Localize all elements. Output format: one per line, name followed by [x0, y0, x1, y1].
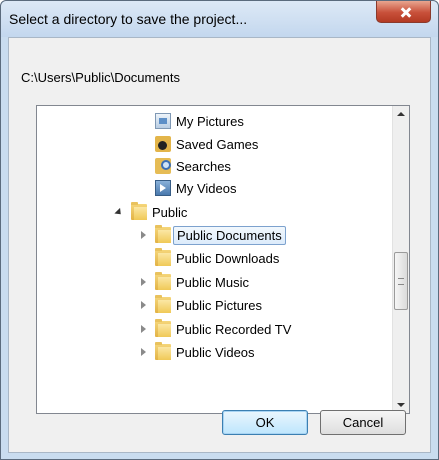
- vertical-scrollbar[interactable]: [392, 106, 409, 413]
- collapse-arrow-icon[interactable]: [111, 204, 127, 220]
- close-button[interactable]: [376, 1, 431, 23]
- arrow-down-icon: [397, 403, 405, 407]
- tree-item-label: Public Downloads: [176, 250, 280, 266]
- dialog-title: Select a directory to save the project..…: [9, 11, 248, 27]
- tree-item-label: Public Videos: [176, 344, 255, 360]
- pictures-icon: [155, 113, 171, 129]
- tree-item-label: Public: [152, 204, 188, 220]
- videos-icon: [155, 180, 171, 196]
- tree-item[interactable]: Public Downloads: [135, 247, 282, 269]
- tree-item-label: Public Documents: [173, 225, 286, 245]
- tree-item-label: Public Recorded TV: [176, 321, 292, 337]
- scroll-up-button[interactable]: [393, 106, 409, 122]
- tree-item-label: My Videos: [176, 180, 237, 196]
- tree-item[interactable]: Public Pictures: [135, 294, 265, 316]
- selected-path-label: C:\Users\Public\Documents: [21, 70, 180, 85]
- folder-icon: [155, 342, 171, 360]
- expand-arrow-icon[interactable]: [135, 274, 151, 290]
- expand-arrow-icon[interactable]: [135, 321, 151, 337]
- tree-item-label: Saved Games: [176, 136, 259, 152]
- folder-icon: [155, 295, 171, 313]
- tree-item[interactable]: Public Music: [135, 271, 252, 293]
- cancel-button[interactable]: Cancel: [320, 410, 406, 435]
- folder-icon: [131, 202, 147, 220]
- folder-icon: [155, 225, 171, 243]
- tree-item[interactable]: Public Documents: [135, 224, 286, 246]
- folder-icon: [155, 319, 171, 337]
- tree-item-label: My Pictures: [176, 113, 244, 129]
- arrow-up-icon: [397, 112, 405, 116]
- tree-item[interactable]: My Videos: [135, 177, 239, 199]
- saved-games-icon: [155, 136, 171, 152]
- expand-arrow-icon[interactable]: [135, 297, 151, 313]
- tree-item[interactable]: Searches: [135, 155, 234, 177]
- tree-item-label: Searches: [176, 158, 231, 174]
- folder-tree[interactable]: Public Videos Public Recorded TV Public Pi…: [36, 105, 410, 414]
- dialog-body: C:\Users\Public\Documents Public Videos P…: [8, 37, 431, 453]
- tree-item-label: Public Music: [176, 274, 249, 290]
- tree-item[interactable]: Public Recorded TV: [135, 318, 294, 340]
- ok-button[interactable]: OK: [222, 410, 308, 435]
- tree-item[interactable]: My Pictures: [135, 110, 247, 132]
- searches-icon: [155, 158, 171, 174]
- tree-item[interactable]: Public Videos: [135, 341, 258, 363]
- title-bar[interactable]: Select a directory to save the project..…: [1, 1, 438, 37]
- tree-item[interactable]: Public: [111, 201, 190, 223]
- tree-item-label: Public Pictures: [176, 297, 262, 313]
- folder-icon: [155, 272, 171, 290]
- folder-icon: [155, 248, 171, 266]
- dialog-window: Select a directory to save the project..…: [0, 0, 439, 460]
- expand-arrow-icon[interactable]: [135, 227, 151, 243]
- scroll-thumb[interactable]: [394, 252, 408, 310]
- tree-item[interactable]: Saved Games: [135, 133, 261, 155]
- expand-arrow-icon[interactable]: [135, 344, 151, 360]
